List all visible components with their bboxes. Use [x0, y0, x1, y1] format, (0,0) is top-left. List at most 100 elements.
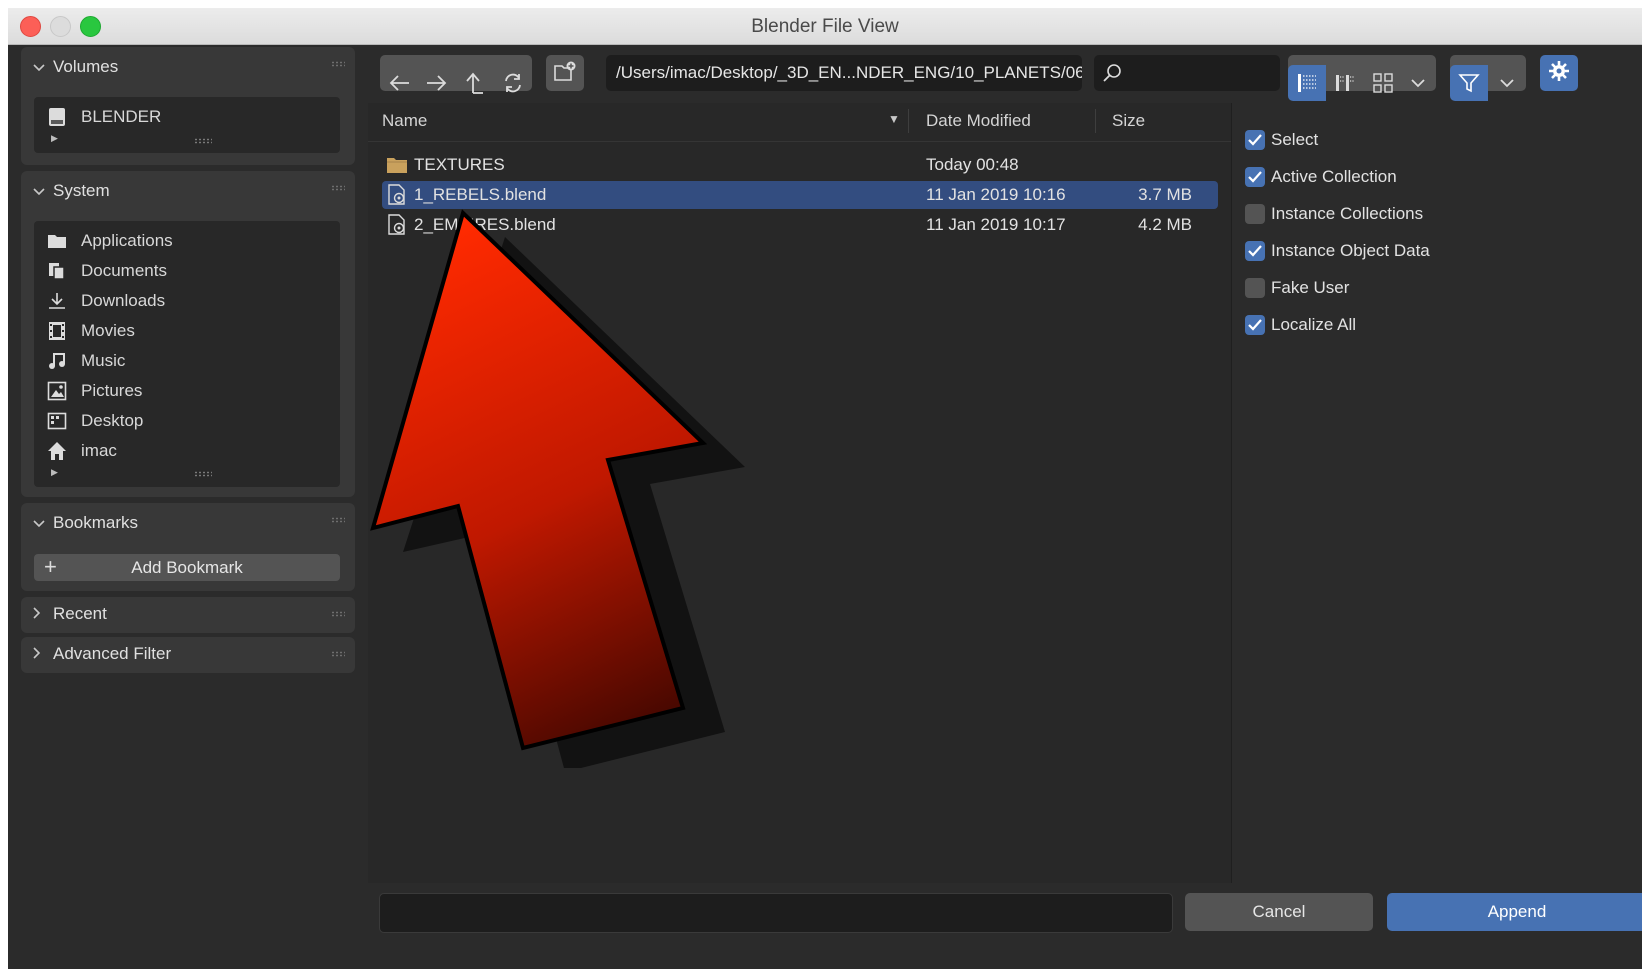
sidebar-item-applications[interactable]: Applications [46, 227, 173, 255]
column-header-date[interactable]: Date Modified [926, 103, 1031, 139]
drag-grip-icon[interactable] [331, 611, 345, 617]
option-select[interactable]: Select [1245, 127, 1318, 153]
file-row-textures[interactable]: TEXTURES Today 00:48 [382, 151, 1218, 179]
recent-label: Recent [53, 604, 107, 623]
checkbox-unchecked-icon[interactable] [1245, 278, 1265, 298]
bookmarks-panel-header[interactable]: Bookmarks [33, 513, 138, 533]
checkbox-unchecked-icon[interactable] [1245, 204, 1265, 224]
advanced-filter-panel-header[interactable]: Advanced Filter [33, 644, 171, 664]
column-header-name[interactable]: Name [382, 103, 427, 139]
navigation-button-group [380, 55, 532, 94]
drag-grip-icon[interactable] [331, 651, 345, 657]
advanced-filter-label: Advanced Filter [53, 644, 172, 663]
sidebar-item-pictures[interactable]: Pictures [46, 377, 142, 405]
sidebar-item-downloads[interactable]: Downloads [46, 287, 165, 315]
column-header-size[interactable]: Size [1112, 103, 1145, 139]
option-label: Fake User [1271, 278, 1350, 297]
option-label: Select [1271, 130, 1319, 149]
add-bookmark-button[interactable]: + Add Bookmark [34, 554, 340, 581]
recent-panel-header[interactable]: Recent [33, 604, 107, 624]
column-separator[interactable] [1095, 109, 1096, 133]
option-label: Instance Object Data [1271, 241, 1430, 260]
parent-directory-icon[interactable] [456, 65, 494, 101]
volume-label: BLENDER [81, 107, 162, 126]
sidebar-item-label: Movies [81, 321, 135, 340]
thumbnail-view-icon[interactable] [1364, 65, 1402, 101]
settings-button[interactable] [1540, 55, 1578, 91]
sidebar-item-movies[interactable]: Movies [46, 317, 135, 345]
filter-icon[interactable] [1450, 65, 1488, 101]
folder-icon [386, 156, 408, 179]
download-icon [46, 290, 68, 312]
horizontal-list-view-icon[interactable] [1326, 65, 1364, 101]
append-options-panel: Select Active Collection Instance Collec… [1231, 103, 1642, 883]
sidebar-item-music[interactable]: Music [46, 347, 125, 375]
expand-triangle-icon[interactable]: ▶ [51, 133, 58, 144]
cancel-button[interactable]: Cancel [1185, 893, 1373, 931]
system-label: System [53, 181, 110, 200]
drag-grip-icon[interactable] [331, 517, 345, 523]
directory-path-field[interactable]: /Users/imac/Desktop/_3D_EN...NDER_ENG/10… [606, 55, 1082, 91]
system-list: Applications Documents Downloads Movies … [34, 221, 340, 487]
new-folder-button[interactable] [546, 55, 584, 91]
filter-button-group [1450, 55, 1526, 101]
option-localize-all[interactable]: Localize All [1245, 312, 1356, 338]
system-panel-header[interactable]: System [33, 181, 110, 201]
sidebar-item-label: Desktop [81, 411, 144, 430]
volumes-label: Volumes [53, 57, 119, 76]
file-name: TEXTURES [414, 155, 505, 174]
drag-grip-icon[interactable] [331, 185, 345, 191]
filename-field[interactable] [379, 893, 1173, 933]
recent-panel: Recent [21, 597, 355, 633]
option-fake-user[interactable]: Fake User [1245, 275, 1349, 301]
bottom-action-bar: Cancel Append [360, 883, 1642, 969]
new-folder-icon [553, 60, 577, 87]
music-icon [46, 350, 68, 372]
chevron-right-icon [33, 644, 47, 664]
window-title: Blender File View [751, 16, 899, 37]
file-browser-toolbar: /Users/imac/Desktop/_3D_EN...NDER_ENG/10… [360, 45, 1642, 103]
search-input[interactable] [1094, 55, 1280, 91]
option-active-collection[interactable]: Active Collection [1245, 164, 1397, 190]
resize-grip-icon[interactable] [194, 471, 212, 477]
chevron-right-icon [33, 604, 47, 624]
column-separator[interactable] [908, 109, 909, 133]
blender-file-view-window: Blender File View Volumes BLENDER ▶ Syst… [8, 8, 1642, 969]
bookmarks-label: Bookmarks [53, 513, 139, 532]
vertical-list-view-icon[interactable] [1288, 65, 1326, 101]
checkbox-checked-icon[interactable] [1245, 315, 1265, 335]
chevron-down-icon [33, 181, 47, 201]
option-instance-collections[interactable]: Instance Collections [1245, 201, 1423, 227]
resize-grip-icon[interactable] [194, 138, 212, 144]
expand-triangle-icon[interactable]: ▶ [51, 467, 58, 478]
sort-descending-icon[interactable]: ▼ [888, 112, 900, 126]
volumes-panel: Volumes BLENDER ▶ [21, 47, 355, 165]
volume-item-blender[interactable]: BLENDER [46, 103, 161, 131]
documents-icon [46, 260, 68, 282]
title-bar: Blender File View [8, 8, 1642, 45]
forward-arrow-icon[interactable] [418, 65, 456, 101]
drag-grip-icon[interactable] [331, 61, 345, 67]
checkbox-checked-icon[interactable] [1245, 241, 1265, 261]
file-size: 4.2 MB [1138, 215, 1192, 234]
chevron-down-icon [33, 57, 47, 77]
system-panel: System Applications Documents Downloads [21, 171, 355, 497]
append-button[interactable]: Append [1387, 893, 1642, 931]
file-date: Today 00:48 [926, 155, 1019, 174]
search-icon [1102, 63, 1122, 88]
sidebar-item-label: imac [81, 441, 117, 460]
checkbox-checked-icon[interactable] [1245, 167, 1265, 187]
checkbox-checked-icon[interactable] [1245, 130, 1265, 150]
sidebar-item-label: Applications [81, 231, 173, 250]
back-arrow-icon[interactable] [380, 65, 418, 101]
option-instance-object-data[interactable]: Instance Object Data [1245, 238, 1430, 264]
red-annotation-arrow-icon [370, 209, 745, 768]
chevron-down-icon[interactable] [1488, 65, 1526, 101]
sidebar-item-label: Pictures [81, 381, 143, 400]
refresh-icon[interactable] [494, 65, 532, 101]
volumes-panel-header[interactable]: Volumes [33, 57, 118, 77]
sidebar-item-documents[interactable]: Documents [46, 257, 167, 285]
sidebar-item-desktop[interactable]: Desktop [46, 407, 143, 435]
sidebar-item-imac[interactable]: imac [46, 437, 117, 465]
chevron-down-icon[interactable] [1400, 65, 1436, 101]
